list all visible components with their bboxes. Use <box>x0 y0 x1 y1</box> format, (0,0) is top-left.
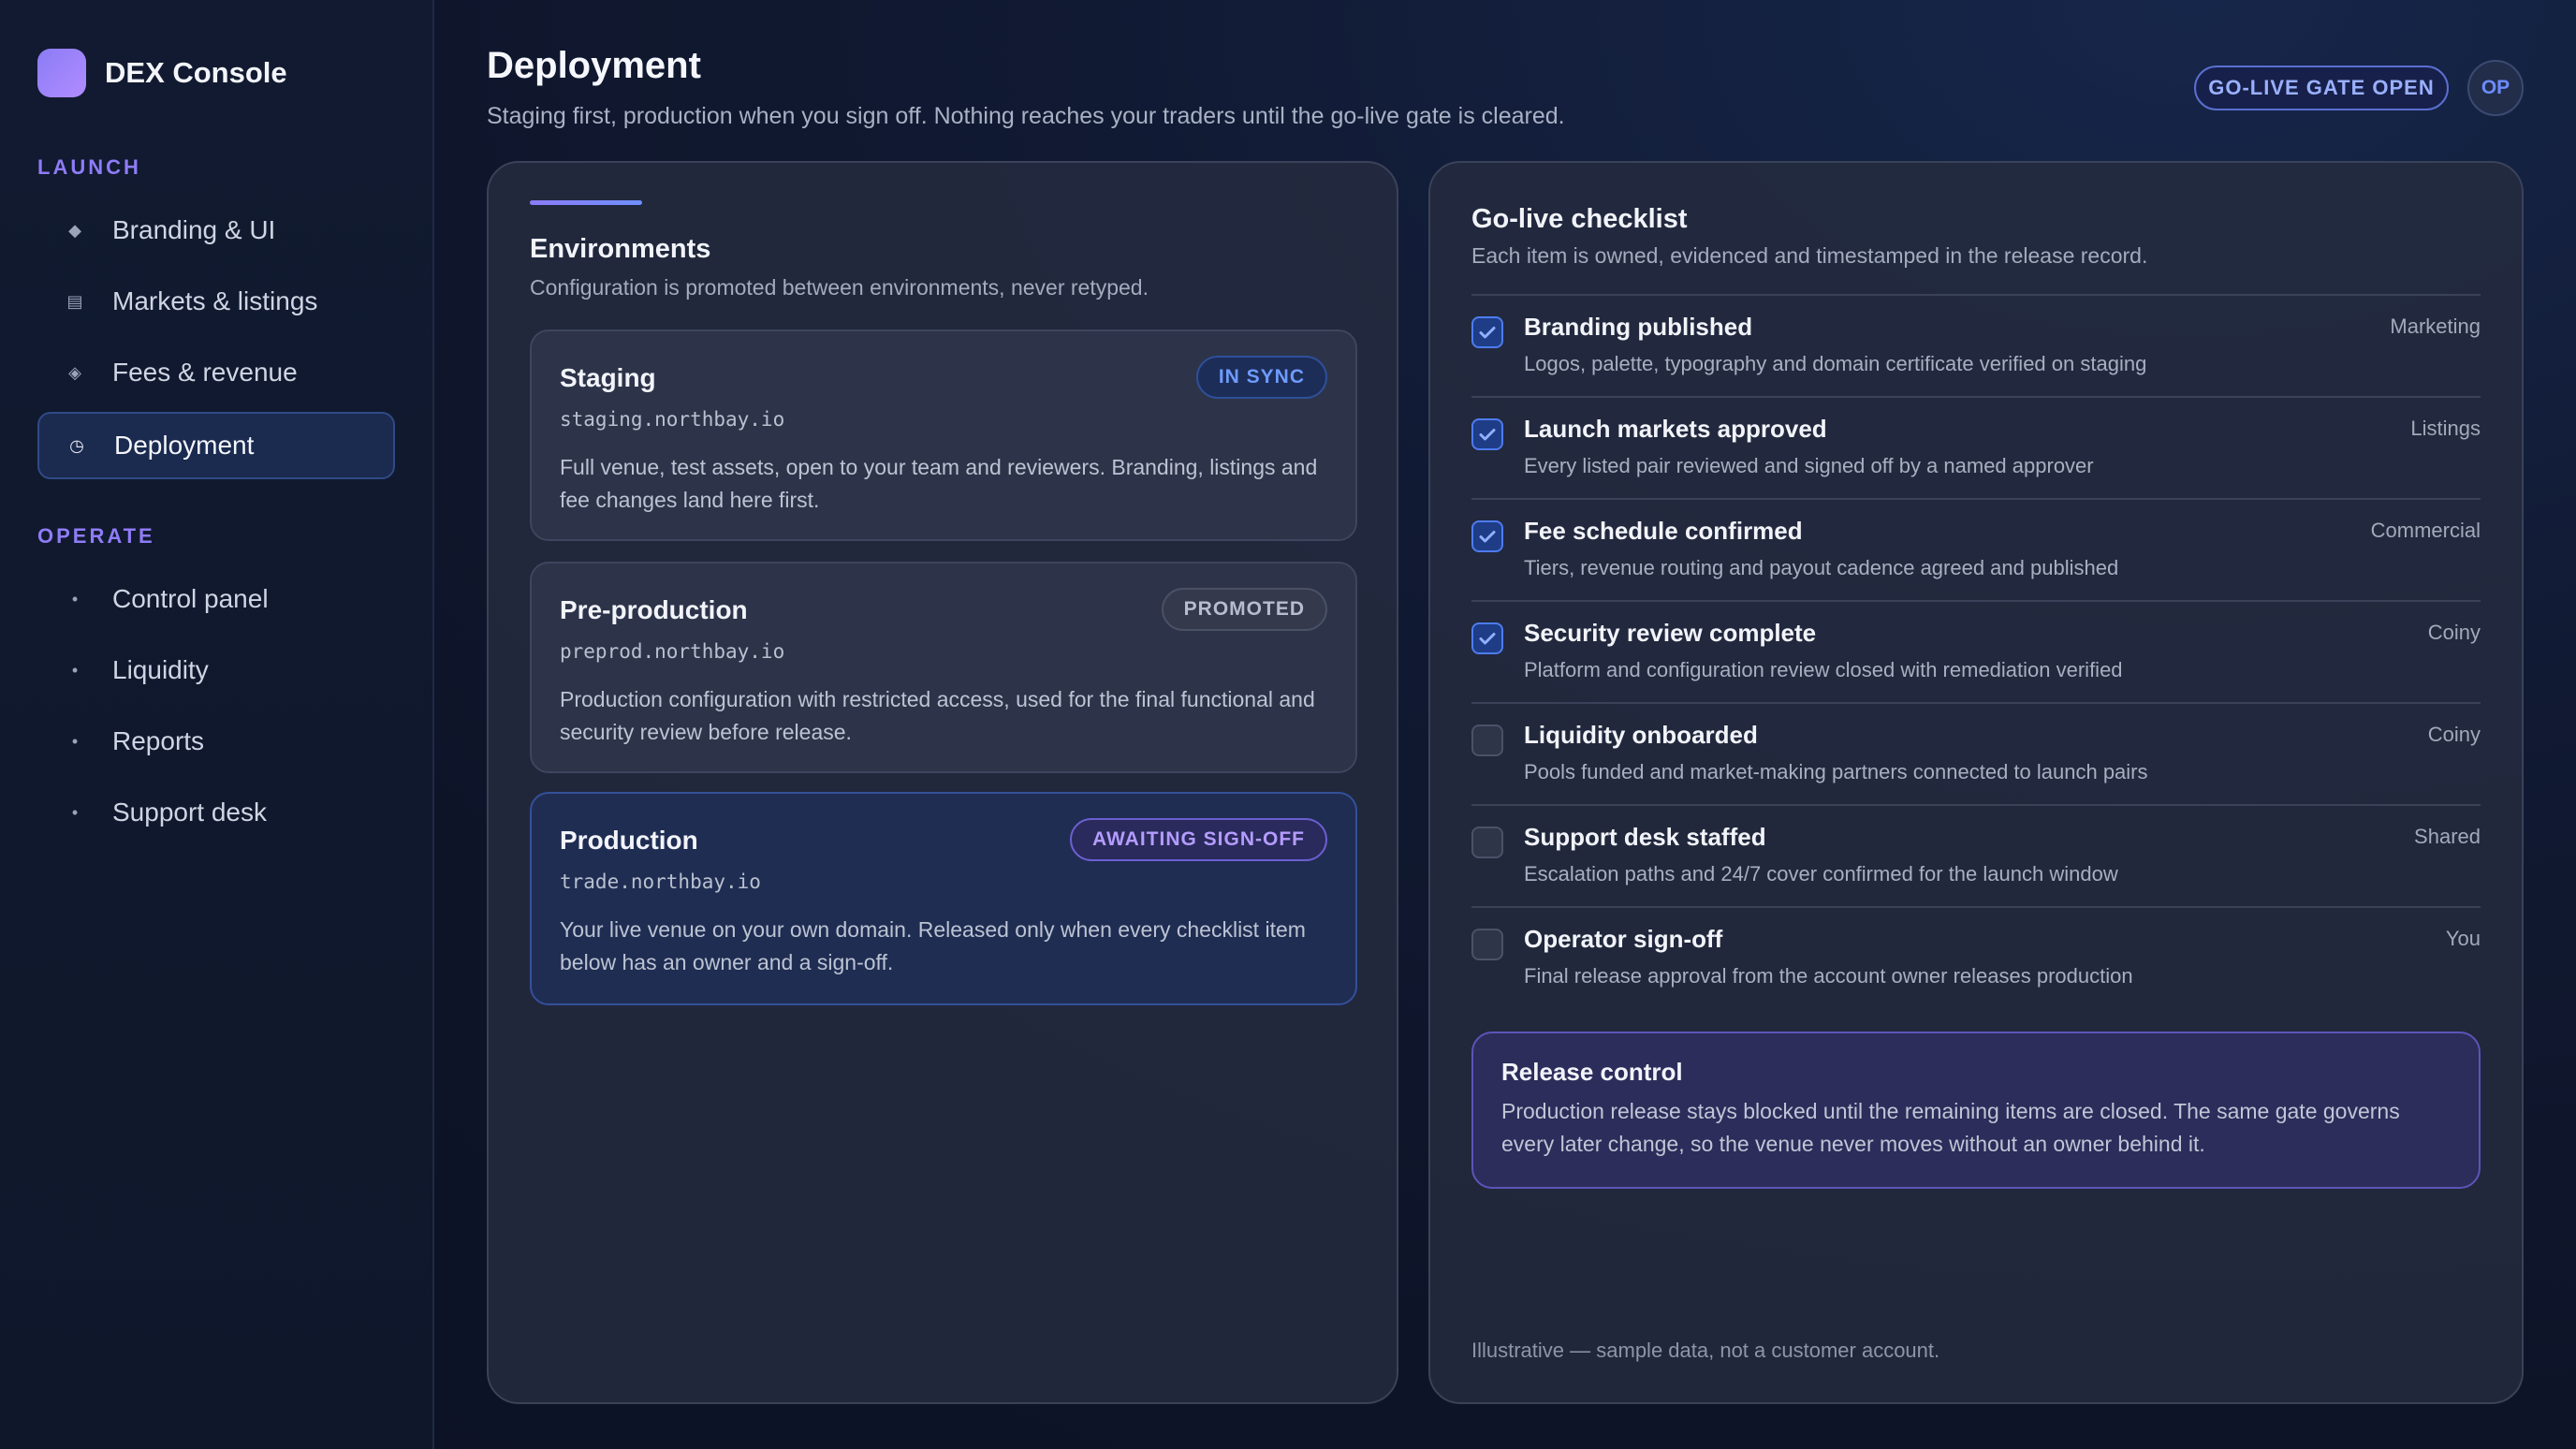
sidebar-item-label: Deployment <box>114 431 255 460</box>
nav-section-operate: OPERATE <box>37 524 155 548</box>
diamond-icon: ◆ <box>68 220 81 240</box>
checklist-item-owner: You <box>2445 927 2481 950</box>
page-title: Deployment <box>487 45 701 86</box>
sidebar-item-label: Branding & UI <box>112 215 276 244</box>
sidebar-item-label: Control panel <box>112 584 269 613</box>
checklist-item[interactable]: Support desk staffed Escalation paths and… <box>1471 804 2481 907</box>
sidebar-item-fees[interactable]: ◈ Fees & revenue <box>37 339 395 406</box>
environments-panel: Environments Configuration is promoted b… <box>487 161 1398 1404</box>
diamond-outline-icon: ◈ <box>68 362 81 382</box>
sidebar-item-branding[interactable]: ◆ Branding & UI <box>37 197 395 264</box>
sidebar-item-reports[interactable]: • Reports <box>37 708 395 775</box>
checklist-item-description: Logos, palette, typography and domain ce… <box>1524 352 2147 375</box>
status-badge: AWAITING SIGN-OFF <box>1070 818 1327 861</box>
env-host: preprod.northbay.io <box>560 640 785 663</box>
page-subtitle: Staging first, production when you sign … <box>487 103 1565 129</box>
sidebar: DEX Console LAUNCH ◆ Branding & UI ▤ Mar… <box>0 0 434 1449</box>
checkbox-unchecked[interactable] <box>1471 724 1503 756</box>
checklist-item-owner: Coiny <box>2427 621 2481 644</box>
env-name: Pre-production <box>560 595 748 624</box>
sidebar-item-label: Reports <box>112 726 205 755</box>
sidebar-item-label: Support desk <box>112 798 267 827</box>
accent-line <box>530 200 642 205</box>
checkbox-checked[interactable] <box>1471 622 1503 654</box>
env-name: Staging <box>560 363 656 392</box>
sidebar-item-label: Liquidity <box>112 655 209 684</box>
environments-subtitle: Configuration is promoted between enviro… <box>530 275 1149 300</box>
checklist-item-description: Escalation paths and 24/7 cover confirme… <box>1524 862 2118 886</box>
app-name: DEX Console <box>105 56 287 89</box>
bullet-icon: • <box>71 660 79 680</box>
sidebar-item-liquidity[interactable]: • Liquidity <box>37 637 395 704</box>
checklist-subtitle: Each item is owned, evidenced and timest… <box>1471 243 2148 268</box>
brand-logo <box>37 49 86 97</box>
checklist-item-owner: Coiny <box>2427 723 2481 746</box>
checklist-item-description: Platform and configuration review closed… <box>1524 658 2123 681</box>
checklist-item[interactable]: Fee schedule confirmed Tiers, revenue rou… <box>1471 498 2481 601</box>
list-icon: ▤ <box>66 291 83 311</box>
checklist-item-description: Final release approval from the account … <box>1524 964 2133 988</box>
checklist-item[interactable]: Branding published Logos, palette, typogr… <box>1471 294 2481 397</box>
sidebar-item-support-desk[interactable]: • Support desk <box>37 779 395 846</box>
checklist-item-title: Operator sign-off <box>1524 925 1723 953</box>
sidebar-item-label: Markets & listings <box>112 286 318 315</box>
checkbox-checked[interactable] <box>1471 316 1503 348</box>
check-icon <box>1479 327 1496 339</box>
status-badge: PROMOTED <box>1161 588 1327 631</box>
bullet-icon: • <box>71 589 79 608</box>
checklist-item-title: Security review complete <box>1524 619 1817 647</box>
brand[interactable]: DEX Console <box>37 49 287 97</box>
checklist-item-title: Launch markets approved <box>1524 415 1827 443</box>
checkbox-unchecked[interactable] <box>1471 827 1503 858</box>
environments-title: Environments <box>530 234 711 264</box>
status-badge: IN SYNC <box>1195 356 1327 399</box>
sidebar-item-control-panel[interactable]: • Control panel <box>37 565 395 633</box>
checklist-item-owner: Shared <box>2414 825 2481 848</box>
check-icon <box>1479 429 1496 441</box>
clock-icon: ◷ <box>69 435 84 455</box>
env-host: staging.northbay.io <box>560 408 785 431</box>
env-card-preproduction[interactable]: Pre-production PROMOTED preprod.northbay… <box>530 562 1357 773</box>
checklist-title: Go-live checklist <box>1471 204 1688 234</box>
env-host: trade.northbay.io <box>560 871 761 893</box>
checklist-item-description: Tiers, revenue routing and payout cadenc… <box>1524 556 2119 579</box>
checklist-item-description: Pools funded and market-making partners … <box>1524 760 2148 783</box>
checklist-item-title: Support desk staffed <box>1524 823 1766 851</box>
checklist-item[interactable]: Liquidity onboarded Pools funded and mark… <box>1471 702 2481 805</box>
env-description: Production configuration with restricted… <box>560 687 1315 744</box>
checklist-item[interactable]: Launch markets approved Every listed pair… <box>1471 396 2481 499</box>
checklist-item-owner: Marketing <box>2390 315 2481 338</box>
release-title: Release control <box>1501 1058 1683 1086</box>
go-live-gate-badge: GO-LIVE GATE OPEN <box>2194 66 2449 110</box>
check-icon <box>1479 531 1496 543</box>
env-card-staging[interactable]: Staging IN SYNC staging.northbay.io Full… <box>530 329 1357 541</box>
check-icon <box>1479 633 1496 645</box>
sidebar-item-label: Fees & revenue <box>112 358 298 387</box>
sidebar-item-markets[interactable]: ▤ Markets & listings <box>37 268 395 335</box>
checklist-item-owner: Listings <box>2410 417 2481 440</box>
bullet-icon: • <box>71 802 79 822</box>
checklist-item-title: Fee schedule confirmed <box>1524 517 1803 545</box>
env-name: Production <box>560 826 698 855</box>
avatar[interactable]: OP <box>2467 60 2524 116</box>
checklist-panel: Go-live checklist Each item is owned, ev… <box>1428 161 2524 1404</box>
footnote: Illustrative — sample data, not a custom… <box>1471 1339 1940 1362</box>
env-card-production[interactable]: Production AWAITING SIGN-OFF trade.north… <box>530 792 1357 1005</box>
checklist-item[interactable]: Operator sign-off Final release approval … <box>1471 906 2481 1009</box>
checkbox-unchecked[interactable] <box>1471 929 1503 960</box>
release-control-box: Release control Production release stays… <box>1471 1032 2481 1189</box>
checklist-item-owner: Commercial <box>2370 519 2481 542</box>
nav-section-launch: LAUNCH <box>37 155 141 179</box>
checkbox-checked[interactable] <box>1471 520 1503 552</box>
env-description: Your live venue on your own domain. Rele… <box>560 917 1306 974</box>
bullet-icon: • <box>71 731 79 751</box>
release-description: Production release stays blocked until t… <box>1501 1099 2400 1156</box>
env-description: Full venue, test assets, open to your te… <box>560 455 1318 512</box>
checklist-item[interactable]: Security review complete Platform and con… <box>1471 600 2481 703</box>
checklist-item-description: Every listed pair reviewed and signed of… <box>1524 454 2094 477</box>
checkbox-checked[interactable] <box>1471 418 1503 450</box>
sidebar-item-deployment[interactable]: ◷ Deployment <box>37 412 395 479</box>
checklist-item-title: Branding published <box>1524 313 1753 341</box>
checklist-item-title: Liquidity onboarded <box>1524 721 1758 749</box>
